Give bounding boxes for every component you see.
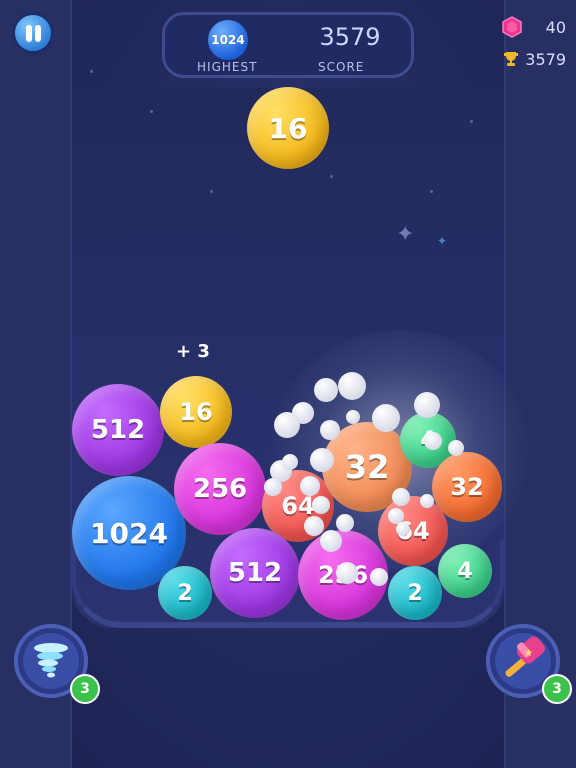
merge-bubble: [396, 522, 410, 536]
highest-ball: 1024: [208, 20, 248, 60]
merge-bubble: [300, 476, 320, 496]
merge-bubble: [310, 448, 334, 472]
merge-bubble: [312, 496, 330, 514]
pause-icon: [35, 25, 41, 42]
merge-bubble: [420, 494, 434, 508]
merge-bubble: [448, 440, 464, 456]
merge-bubble: [314, 378, 338, 402]
score-value: 3579: [319, 23, 381, 51]
star-dot: [210, 190, 213, 193]
merge-bubble: [274, 412, 300, 438]
gem-icon: [502, 16, 522, 38]
pause-button[interactable]: [12, 12, 54, 54]
ball-256: 256: [174, 443, 266, 535]
ball-2: 2: [158, 566, 212, 620]
star-dot: [470, 120, 473, 123]
star-dot: [430, 190, 433, 193]
score-label: SCORE: [318, 60, 365, 74]
star-dot: [330, 175, 333, 178]
ball-512: 512: [72, 384, 164, 476]
merge-bubble: [338, 372, 366, 400]
combo-text: + 3: [176, 341, 210, 362]
merge-bubble: [346, 410, 360, 424]
merge-bubble: [372, 404, 400, 432]
merge-bubble: [264, 478, 282, 496]
ball-16: 16: [160, 376, 232, 448]
trophy-icon: [504, 52, 518, 66]
tornado-powerup-button[interactable]: 3: [14, 624, 100, 704]
merge-bubble: [370, 568, 388, 586]
star-icon: ✦: [437, 234, 448, 248]
merge-bubble: [414, 392, 440, 418]
merge-bubble: [336, 562, 358, 584]
pause-icon: [26, 25, 32, 42]
gem-count: 40: [545, 18, 566, 37]
star-dot: [90, 70, 93, 73]
merge-bubble: [282, 454, 298, 470]
highest-label: HIGHEST: [197, 60, 258, 74]
merge-bubble: [336, 514, 354, 532]
merge-bubble: [424, 432, 442, 450]
trophy-count: 3579: [525, 50, 566, 69]
score-panel: 1024 HIGHEST 3579 SCORE: [162, 12, 414, 78]
game-stage: ✦ ✦ 1024 HIGHEST 3579 SCORE 40 3579 16 +…: [0, 0, 576, 768]
tornado-count-badge: 3: [70, 674, 100, 704]
svg-text:★: ★: [524, 648, 533, 659]
next-ball: 16: [247, 87, 329, 169]
hammer-count-badge: 3: [542, 674, 572, 704]
merge-bubble: [320, 420, 340, 440]
ball-512: 512: [210, 528, 300, 618]
merge-bubble: [304, 516, 324, 536]
star-icon: ✦: [396, 222, 415, 247]
merge-bubble: [320, 530, 342, 552]
ball-4: 4: [438, 544, 492, 598]
merge-bubble: [392, 488, 410, 506]
hammer-powerup-button[interactable]: ★ 3: [486, 624, 572, 704]
star-dot: [150, 110, 153, 113]
ball-2: 2: [388, 566, 442, 620]
ball-64: 64: [378, 496, 448, 566]
